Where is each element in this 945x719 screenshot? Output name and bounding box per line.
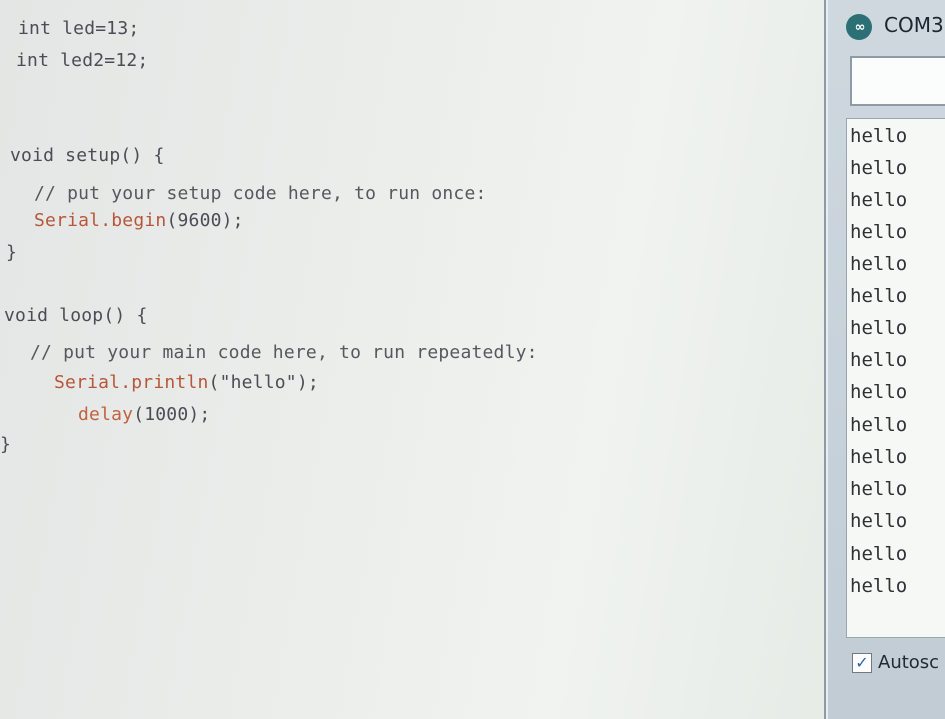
autoscroll-toggle[interactable]: ✓ Autosc bbox=[852, 652, 939, 673]
serial-output-line: hello bbox=[850, 414, 908, 436]
code-line: Serial.begin(9600); bbox=[34, 210, 244, 231]
serial-monitor-window: ∞ COM3 hello hello hello hello hello hel… bbox=[824, 0, 945, 719]
code-comment: // put your setup code here, to run once… bbox=[34, 183, 487, 204]
serial-send-input[interactable] bbox=[850, 56, 945, 106]
code-line: // put your setup code here, to run once… bbox=[34, 183, 487, 204]
code-function: Serial.begin bbox=[34, 210, 167, 231]
serial-output-line: hello bbox=[850, 349, 908, 371]
serial-output-line: hello bbox=[850, 253, 908, 275]
serial-output-line: hello bbox=[850, 381, 908, 403]
code-line: void loop() { bbox=[4, 305, 147, 326]
code-line: Serial.println("hello"); bbox=[54, 372, 319, 393]
autoscroll-checkbox[interactable]: ✓ bbox=[852, 652, 872, 673]
code-token: int led2=12; bbox=[16, 50, 149, 71]
autoscroll-label: Autosc bbox=[878, 652, 940, 673]
code-line: void setup() { bbox=[10, 145, 165, 166]
serial-output-line: hello bbox=[850, 575, 908, 597]
code-token: void setup() { bbox=[10, 145, 165, 166]
code-token: void loop() { bbox=[4, 305, 148, 326]
code-token: (1000); bbox=[133, 404, 211, 425]
serial-output-line: hello bbox=[850, 510, 908, 532]
serial-output-line: hello bbox=[850, 446, 908, 468]
code-line: } bbox=[6, 242, 17, 263]
serial-output-line: hello bbox=[850, 221, 908, 243]
code-token: ("hello"); bbox=[208, 372, 319, 393]
code-line: delay(1000); bbox=[78, 404, 210, 425]
code-line: } bbox=[0, 434, 11, 455]
code-token: int led=13; bbox=[18, 18, 140, 39]
code-line: int led=13; bbox=[18, 18, 139, 39]
code-brace: } bbox=[0, 434, 12, 455]
serial-output-line: hello bbox=[850, 285, 908, 307]
code-function: delay bbox=[78, 404, 134, 425]
code-line: int led2=12; bbox=[16, 50, 148, 71]
window-title: COM3 bbox=[884, 13, 944, 37]
code-comment: // put your main code here, to run repea… bbox=[30, 342, 538, 363]
serial-output-area[interactable]: hello hello hello hello hello hello hell… bbox=[846, 118, 945, 638]
arduino-logo-icon: ∞ bbox=[846, 14, 872, 40]
checkmark-icon: ✓ bbox=[855, 653, 869, 672]
serial-output-line: hello bbox=[850, 478, 908, 500]
code-brace: } bbox=[6, 242, 18, 263]
code-function: Serial.println bbox=[54, 372, 209, 393]
serial-monitor-titlebar[interactable]: ∞ COM3 bbox=[826, 0, 945, 52]
serial-output-line: hello bbox=[850, 125, 908, 147]
serial-output-line: hello bbox=[850, 317, 908, 339]
code-line: // put your main code here, to run repea… bbox=[30, 342, 538, 363]
code-token: (9600); bbox=[166, 210, 244, 231]
serial-output-line: hello bbox=[850, 543, 908, 565]
serial-output-line: hello bbox=[850, 157, 908, 179]
serial-output-line: hello bbox=[850, 189, 908, 211]
code-editor[interactable]: int led=13; int led2=12; void setup() { … bbox=[0, 0, 835, 719]
